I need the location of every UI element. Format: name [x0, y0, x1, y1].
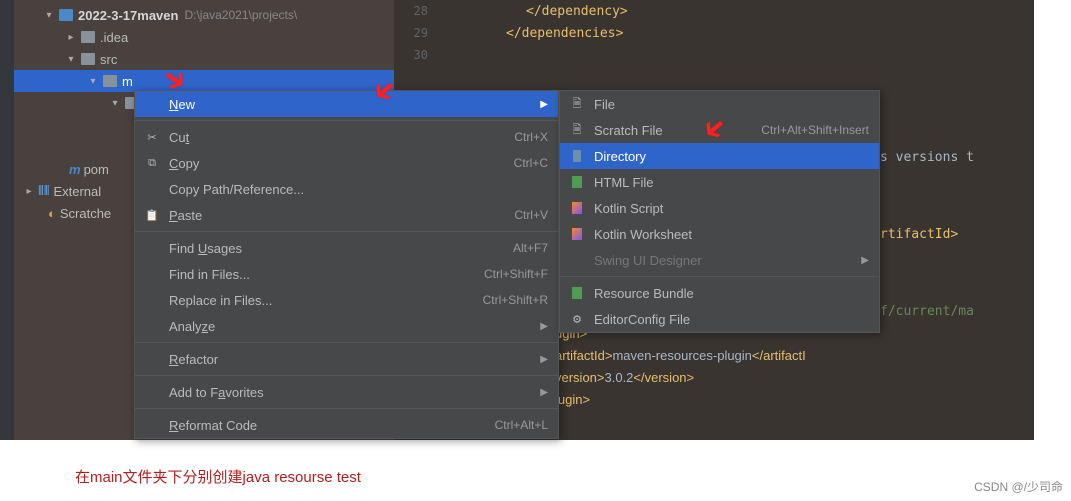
folder-icon — [59, 9, 73, 21]
tree-label: External — [53, 184, 101, 199]
paste-icon: 📋 — [143, 209, 161, 222]
submenu-html[interactable]: HTML File — [560, 169, 879, 195]
submenu-editorconfig[interactable]: ⚙EditorConfig File — [560, 306, 879, 332]
folder-icon — [103, 75, 117, 87]
code-text: </dependencies> — [506, 26, 623, 41]
menu-cut[interactable]: ✂CutCtrl+X — [135, 124, 558, 150]
chevron-right-icon: ▶ — [861, 255, 869, 266]
chevron-right-icon: ▶ — [540, 99, 548, 110]
separator — [560, 276, 879, 277]
tree-main[interactable]: ▾ m — [14, 70, 394, 92]
library-icon: ⦀⦀ — [38, 183, 49, 199]
chevron-right-icon: ▶ — [540, 387, 548, 398]
folder-icon — [81, 31, 95, 43]
menu-refactor[interactable]: Refactor▶ — [135, 346, 558, 372]
scratch-icon: 🗎 — [568, 121, 586, 140]
new-submenu: 🗎File 🗎Scratch FileCtrl+Alt+Shift+Insert… — [559, 90, 880, 333]
chevron-right-icon: ▶ — [540, 354, 548, 365]
separator — [135, 120, 558, 121]
maven-icon: m — [69, 162, 81, 177]
tree-src[interactable]: ▾ src — [14, 48, 394, 70]
cut-icon: ✂ — [143, 131, 161, 144]
code-text: </dependency> — [526, 4, 628, 19]
scratch-icon: ◐ — [48, 206, 56, 221]
chevron-down-icon: ▾ — [110, 98, 120, 109]
tree-label: src — [100, 52, 117, 67]
watermark: CSDN @/少司命 — [974, 478, 1063, 495]
file-icon: 🗎 — [568, 95, 586, 114]
menu-analyze[interactable]: Analyze▶ — [135, 313, 558, 339]
separator — [135, 231, 558, 232]
tree-idea[interactable]: ▸ .idea — [14, 26, 394, 48]
menu-copypath[interactable]: Copy Path/Reference... — [135, 176, 558, 202]
tree-project-root[interactable]: ▾ 2022-3-17maven D:\java2021\projects\ — [14, 4, 394, 26]
chevron-right-icon: ▸ — [66, 32, 76, 43]
menu-paste[interactable]: 📋PasteCtrl+V — [135, 202, 558, 228]
chevron-down-icon: ▾ — [44, 10, 54, 21]
context-menu: NNewew▶ ✂CutCtrl+X ⧉CopyCtrl+C Copy Path… — [134, 90, 559, 439]
separator — [135, 342, 558, 343]
resource-icon — [572, 287, 582, 299]
submenu-swing[interactable]: Swing UI Designer▶ — [560, 247, 879, 273]
code-text: rtifactId> — [880, 227, 958, 242]
kotlin-icon — [572, 202, 582, 214]
html-icon — [572, 176, 582, 188]
tree-label: pom — [84, 162, 109, 177]
separator — [135, 375, 558, 376]
project-path: D:\java2021\projects\ — [184, 8, 297, 22]
gutter — [0, 0, 14, 440]
menu-findfiles[interactable]: Find in Files...Ctrl+Shift+F — [135, 261, 558, 287]
menu-replace[interactable]: Replace in Files...Ctrl+Shift+R — [135, 287, 558, 313]
line-number: 28 — [400, 4, 428, 18]
submenu-resource[interactable]: Resource Bundle — [560, 280, 879, 306]
folder-icon — [573, 150, 581, 162]
menu-reformat[interactable]: Reformat CodeCtrl+Alt+L — [135, 412, 558, 438]
code-text: f/current/ma — [880, 304, 974, 319]
menu-copy[interactable]: ⧉CopyCtrl+C — [135, 150, 558, 176]
kotlin-icon — [572, 228, 582, 240]
tree-label: Scratche — [60, 206, 111, 221]
project-name: 2022-3-17maven — [78, 8, 178, 23]
tree-label: m — [122, 74, 133, 89]
menu-favorites[interactable]: Add to Favorites▶ — [135, 379, 558, 405]
chevron-down-icon: ▾ — [88, 76, 98, 87]
submenu-kotlin[interactable]: Kotlin Script — [560, 195, 879, 221]
menu-new[interactable]: NNewew▶ — [135, 91, 558, 117]
line-number: 30 — [400, 48, 428, 62]
chevron-right-icon: ▶ — [540, 321, 548, 332]
submenu-kotlinws[interactable]: Kotlin Worksheet — [560, 221, 879, 247]
submenu-directory[interactable]: Directory — [560, 143, 879, 169]
copy-icon: ⧉ — [143, 157, 161, 170]
caption-text: 在main文件夹下分别创建java resourse test — [75, 466, 361, 487]
menu-findusages[interactable]: Find UsagesAlt+F7 — [135, 235, 558, 261]
chevron-right-icon: ▸ — [24, 186, 34, 197]
tree-label: .idea — [100, 30, 128, 45]
code-text: s versions t — [880, 150, 974, 165]
submenu-file[interactable]: 🗎File — [560, 91, 879, 117]
separator — [135, 408, 558, 409]
folder-icon — [81, 53, 95, 65]
chevron-down-icon: ▾ — [66, 54, 76, 65]
submenu-scratch[interactable]: 🗎Scratch FileCtrl+Alt+Shift+Insert — [560, 117, 879, 143]
config-icon: ⚙ — [568, 313, 586, 326]
line-number: 29 — [400, 26, 428, 40]
